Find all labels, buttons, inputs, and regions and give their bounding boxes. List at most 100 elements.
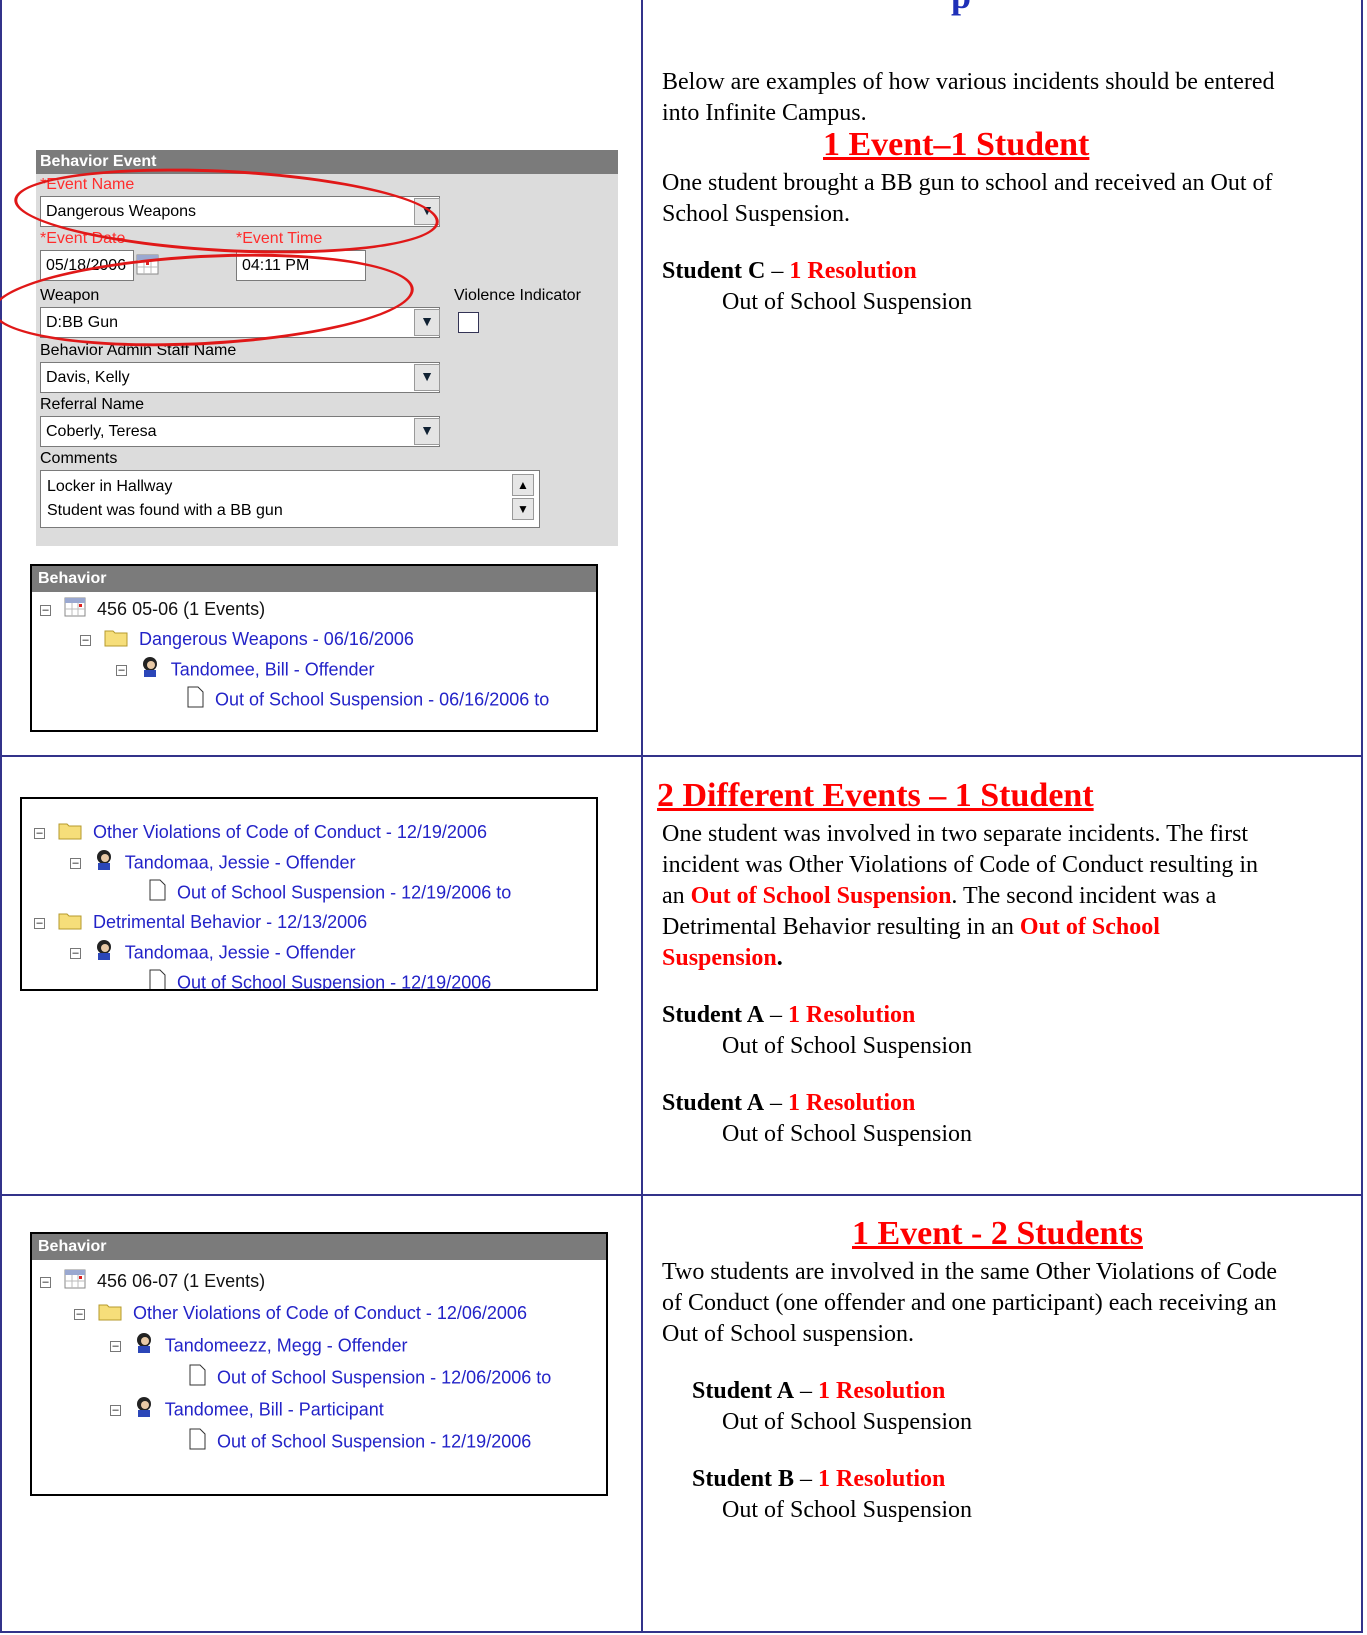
row3-desc-line-1: Two students are involved in the same Ot…	[662, 1259, 1277, 1285]
dash: –	[765, 258, 790, 284]
behavior-tree-panel-2: – Other Violations of Code of Conduct - …	[20, 797, 598, 991]
collapse-icon[interactable]: –	[34, 917, 45, 929]
desc-emphasis: Suspension	[662, 945, 777, 971]
tree-node-resolution-1[interactable]: Out of School Suspension - 12/19/2006 to	[148, 879, 511, 905]
behavior-event-form: Behavior Event *Event Name Dangerous Wea…	[36, 150, 618, 546]
tree-node-resolution-2[interactable]: Out of School Suspension - 12/19/2006	[188, 1428, 531, 1454]
behavior-tree-panel-1: Behavior – 456 05-06 (1 Events) – Danger…	[30, 564, 598, 732]
tree-node-person-1[interactable]: – Tandomaa, Jessie - Offender	[70, 849, 356, 875]
document-icon	[148, 969, 166, 989]
student-label: Student B	[692, 1466, 795, 1492]
event-name-select[interactable]: Dangerous Weapons	[40, 196, 440, 227]
heading-1-event-1-student: 1 Event–1 Student	[823, 126, 1090, 163]
weapon-label: Weapon	[40, 287, 100, 304]
comments-line-2: Student was found with a BB gun	[47, 502, 283, 519]
tree-year-label: 456 05-06 (1 Events)	[97, 599, 266, 619]
tree-node-person-2[interactable]: – Tandomaa, Jessie - Offender	[70, 939, 356, 965]
tree-person-2-label: Tandomaa, Jessie - Offender	[124, 942, 356, 963]
tree-resolution-2-label: Out of School Suspension - 12/19/2006	[217, 1431, 532, 1452]
folder-icon	[58, 910, 82, 937]
referral-name-label: Referral Name	[40, 396, 145, 413]
document-icon	[148, 879, 166, 908]
staff-name-label: Behavior Admin Staff Name	[40, 342, 237, 359]
staff-name-select[interactable]: Davis, Kelly	[40, 362, 440, 393]
tree-event-label: Other Violations of Code of Conduct - 12…	[133, 1303, 527, 1323]
person-icon	[134, 1396, 154, 1425]
document-icon	[188, 1364, 206, 1393]
tree-node-person[interactable]: – Tandomee, Bill - Offender	[116, 656, 374, 682]
row3-desc-line-2: of Conduct (one offender and one partici…	[662, 1290, 1277, 1316]
person-icon	[94, 939, 114, 968]
calendar-icon	[64, 597, 86, 624]
folder-icon	[98, 1301, 122, 1328]
violence-indicator-checkbox[interactable]	[458, 312, 479, 333]
student-label: Student A	[662, 1002, 765, 1028]
scroll-up-icon[interactable]: ▲	[512, 474, 534, 496]
heading-1-event-2-students: 1 Event - 2 Students	[852, 1215, 1143, 1252]
violence-indicator-label: Violence Indicator	[454, 287, 581, 304]
table-row-divider-1	[0, 755, 1363, 757]
collapse-icon[interactable]: –	[34, 827, 45, 839]
dash: –	[764, 1002, 789, 1028]
tree-node-resolution-2[interactable]: Out of School Suspension - 12/19/2006	[148, 969, 492, 991]
collapse-icon[interactable]: –	[116, 665, 127, 676]
tree-header: Behavior	[32, 566, 596, 592]
scroll-down-icon[interactable]: ▼	[512, 498, 534, 520]
event-date-field[interactable]: 05/18/2006	[40, 250, 134, 281]
row2-desc-line-3: an Out of School Suspension. The second …	[662, 881, 1216, 912]
document-icon	[186, 686, 204, 715]
table-row-divider-2	[0, 1194, 1363, 1196]
tree-node-event[interactable]: – Dangerous Weapons - 06/16/2006	[80, 626, 414, 652]
behavior-tree-panel-3: Behavior – 456 06-07 (1 Events) – Other …	[30, 1232, 608, 1496]
person-icon	[140, 656, 160, 685]
tree-node-year[interactable]: – 456 06-07 (1 Events)	[40, 1268, 265, 1294]
collapse-icon[interactable]: –	[40, 604, 51, 616]
row3-student-1-outcome: Out of School Suspension	[722, 1409, 973, 1435]
calendar-icon	[64, 1269, 86, 1296]
tree-event-2-label: Detrimental Behavior - 12/13/2006	[93, 912, 368, 932]
table-column-divider	[641, 0, 643, 1633]
weapon-select[interactable]: D:BB Gun	[40, 307, 440, 338]
dash: –	[794, 1466, 819, 1492]
collapse-icon[interactable]: –	[110, 1341, 121, 1352]
person-icon	[94, 849, 114, 878]
row3-desc-line-3: Out of School suspension.	[662, 1321, 914, 1347]
desc-text: .	[776, 945, 783, 971]
folder-icon	[58, 820, 82, 847]
tree-node-resolution-1[interactable]: Out of School Suspension - 12/06/2006 to	[188, 1364, 551, 1390]
collapse-icon[interactable]: –	[80, 634, 91, 646]
collapse-icon[interactable]: –	[70, 858, 81, 869]
row2-desc-line-1: One student was involved in two separate…	[662, 821, 1249, 847]
chevron-down-icon[interactable]: ▼	[414, 198, 440, 225]
tree-node-person-2[interactable]: – Tandomee, Bill - Participant	[110, 1396, 384, 1422]
referral-name-select[interactable]: Coberly, Teresa	[40, 416, 440, 447]
tree-node-resolution[interactable]: Out of School Suspension - 06/16/2006 to	[186, 686, 549, 712]
resolution-count: 1 Resolution	[818, 1378, 946, 1404]
collapse-icon[interactable]: –	[74, 1308, 85, 1320]
form-header: Behavior Event	[36, 150, 618, 174]
row2-student-2-line: Student A – 1 Resolution	[662, 1088, 915, 1119]
chevron-down-icon[interactable]: ▼	[414, 309, 440, 336]
desc-emphasis: Out of School Suspension	[690, 883, 952, 909]
tree-node-person-1[interactable]: – Tandomeezz, Megg - Offender	[110, 1332, 408, 1358]
tree-resolution-2-label: Out of School Suspension - 12/19/2006	[177, 972, 492, 991]
row1-student-line: Student C – 1 Resolution	[662, 256, 917, 287]
comments-textarea[interactable]: Locker in Hallway Student was found with…	[40, 470, 540, 528]
tree-event-label: Dangerous Weapons - 06/16/2006	[139, 629, 414, 649]
resolution-count: 1 Resolution	[788, 1090, 916, 1116]
chevron-down-icon[interactable]: ▼	[414, 364, 440, 391]
chevron-down-icon[interactable]: ▼	[414, 418, 440, 445]
calendar-icon[interactable]	[136, 253, 160, 277]
tree-node-event-2[interactable]: – Detrimental Behavior - 12/13/2006	[34, 909, 367, 935]
row2-student-1-outcome: Out of School Suspension	[722, 1033, 973, 1059]
tree-node-event-1[interactable]: – Other Violations of Code of Conduct - …	[34, 819, 487, 845]
tree-node-year[interactable]: – 456 05-06 (1 Events)	[40, 596, 265, 622]
tree-year-label: 456 06-07 (1 Events)	[97, 1271, 266, 1291]
tree-node-event[interactable]: – Other Violations of Code of Conduct - …	[74, 1300, 527, 1326]
collapse-icon[interactable]: –	[40, 1276, 51, 1288]
event-time-field[interactable]: 04:11 PM	[236, 250, 366, 281]
desc-text: an	[662, 883, 691, 909]
collapse-icon[interactable]: –	[110, 1405, 121, 1416]
row1-desc-line-2: School Suspension.	[662, 201, 851, 227]
collapse-icon[interactable]: –	[70, 948, 81, 959]
